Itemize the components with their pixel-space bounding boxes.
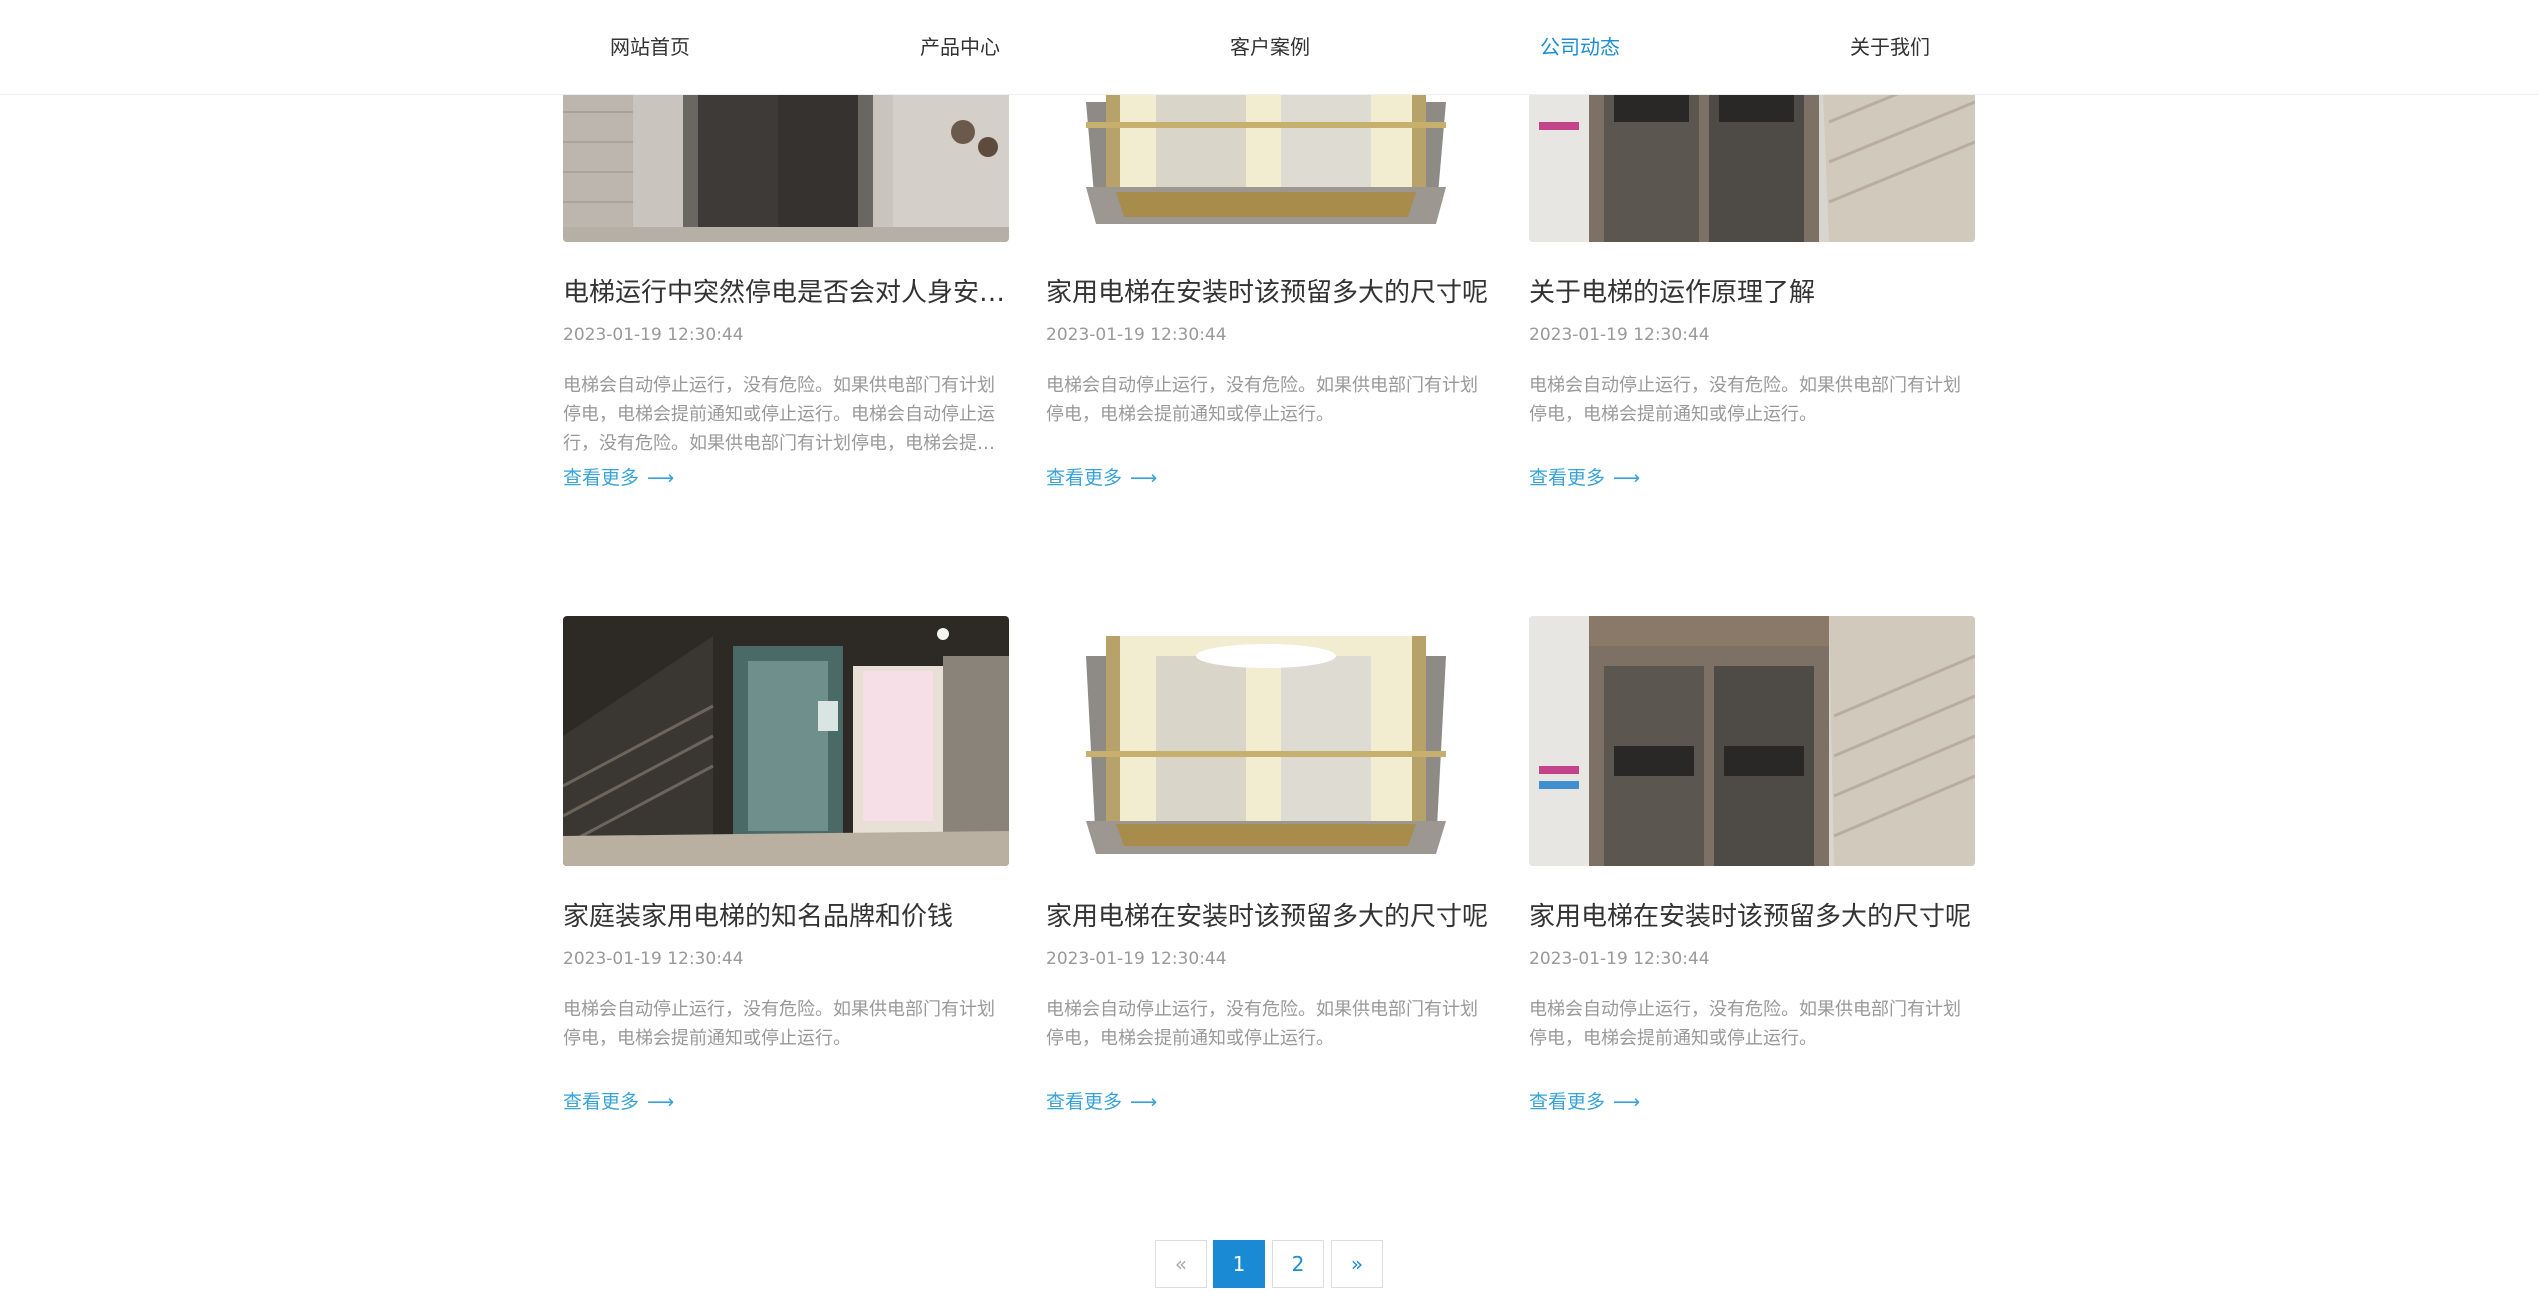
article-excerpt: 电梯会自动停止运行，没有危险。如果供电部门有计划停电，电梯会提前通知或停止运行。 — [1529, 999, 1961, 1049]
article-image[interactable] — [1529, 616, 1975, 866]
page: 网站首页 产品中心 客户案例 公司动态 关于我们 电梯运行中突然停电是否会对人身… — [0, 0, 2539, 1300]
nav-item-cases[interactable]: 客户案例 — [1230, 0, 1310, 95]
read-more-label: 查看更多 — [563, 467, 640, 489]
arrow-right-icon: ⟶ — [647, 1091, 675, 1113]
read-more-label: 查看更多 — [1046, 467, 1123, 489]
article-excerpt: 电梯会自动停止运行，没有危险。如果供电部门有计划停电，电梯会提前通知或停止运行。 — [1046, 375, 1478, 425]
article-date: 2023-01-19 12:30:44 — [1046, 949, 1227, 969]
nav-item-about[interactable]: 关于我们 — [1850, 0, 1930, 95]
read-more-link[interactable]: 查看更多 ⟶ — [1046, 463, 1157, 490]
nav-item-home[interactable]: 网站首页 — [610, 0, 690, 95]
arrow-right-icon: ⟶ — [1613, 467, 1641, 489]
next-page-button[interactable]: » — [1331, 1240, 1383, 1288]
article-excerpt: 电梯会自动停止运行，没有危险。如果供电部门有计划停电，电梯会提前通知或停止运行。 — [563, 999, 995, 1049]
arrow-right-icon: ⟶ — [1130, 1091, 1158, 1113]
article-date: 2023-01-19 12:30:44 — [1529, 949, 1710, 969]
read-more-link[interactable]: 查看更多 ⟶ — [1529, 1087, 1640, 1114]
article-excerpt: 电梯会自动停止运行，没有危险。如果供电部门有计划停电，电梯会提前通知或停止运行。… — [563, 375, 995, 454]
read-more-label: 查看更多 — [1046, 1091, 1123, 1113]
read-more-label: 查看更多 — [1529, 1091, 1606, 1113]
top-navigation: 网站首页 产品中心 客户案例 公司动态 关于我们 — [0, 0, 2539, 95]
prev-page-button[interactable]: « — [1155, 1240, 1207, 1288]
page-button-2[interactable]: 2 — [1272, 1240, 1324, 1288]
article-excerpt: 电梯会自动停止运行，没有危险。如果供电部门有计划停电，电梯会提前通知或停止运行。 — [1046, 999, 1478, 1049]
arrow-right-icon: ⟶ — [1130, 467, 1158, 489]
article-title[interactable]: 家用电梯在安装时该预留多大的尺寸呢 — [1529, 896, 1975, 933]
article-date: 2023-01-19 12:30:44 — [563, 949, 744, 969]
article-date: 2023-01-19 12:30:44 — [1529, 325, 1710, 345]
article-title[interactable]: 家庭装家用电梯的知名品牌和价钱 — [563, 896, 1009, 933]
article-title[interactable]: 电梯运行中突然停电是否会对人身安全... — [563, 272, 1009, 309]
arrow-right-icon: ⟶ — [1613, 1091, 1641, 1113]
nav-item-products[interactable]: 产品中心 — [920, 0, 1000, 95]
article-title[interactable]: 家用电梯在安装时该预留多大的尺寸呢 — [1046, 896, 1492, 933]
page-button-1[interactable]: 1 — [1213, 1240, 1265, 1288]
article-excerpt: 电梯会自动停止运行，没有危险。如果供电部门有计划停电，电梯会提前通知或停止运行。 — [1529, 375, 1961, 425]
article-title[interactable]: 家用电梯在安装时该预留多大的尺寸呢 — [1046, 272, 1492, 309]
read-more-link[interactable]: 查看更多 ⟶ — [1529, 463, 1640, 490]
article-date: 2023-01-19 12:30:44 — [1046, 325, 1227, 345]
read-more-label: 查看更多 — [1529, 467, 1606, 489]
read-more-label: 查看更多 — [563, 1091, 640, 1113]
article-image[interactable] — [563, 616, 1009, 866]
read-more-link[interactable]: 查看更多 ⟶ — [1046, 1087, 1157, 1114]
read-more-link[interactable]: 查看更多 ⟶ — [563, 1087, 674, 1114]
article-date: 2023-01-19 12:30:44 — [563, 325, 744, 345]
read-more-link[interactable]: 查看更多 ⟶ — [563, 463, 674, 490]
arrow-right-icon: ⟶ — [647, 467, 675, 489]
article-image[interactable] — [1046, 616, 1492, 866]
nav-item-news[interactable]: 公司动态 — [1540, 0, 1620, 95]
article-title[interactable]: 关于电梯的运作原理了解 — [1529, 272, 1975, 309]
